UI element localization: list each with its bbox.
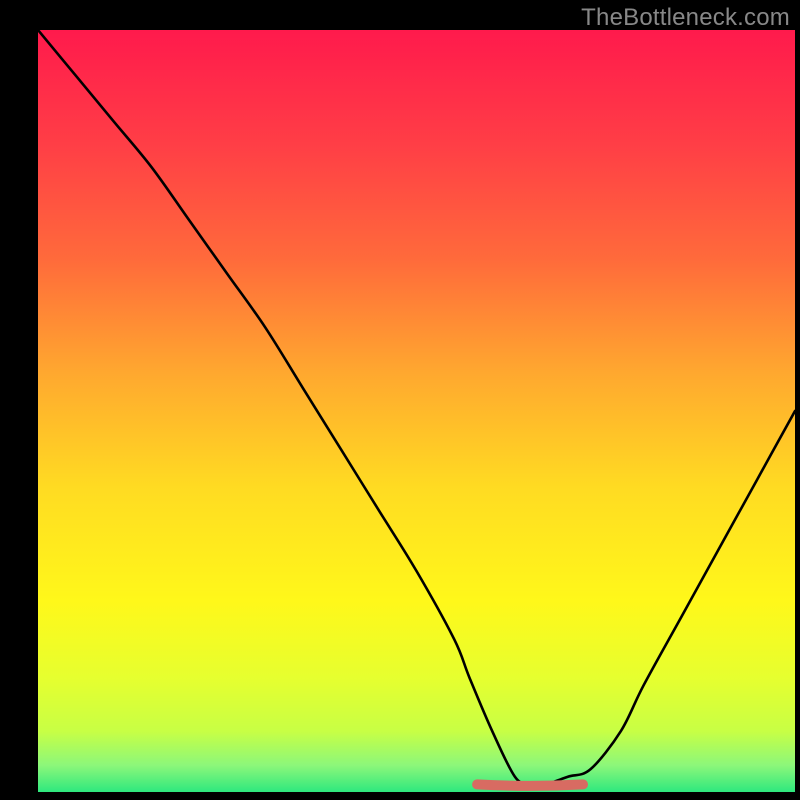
chart-frame: TheBottleneck.com [0, 0, 800, 800]
optimum-marker [477, 784, 583, 786]
watermark-text: TheBottleneck.com [581, 4, 790, 32]
plot-background [38, 30, 795, 792]
bottleneck-chart [0, 0, 800, 800]
